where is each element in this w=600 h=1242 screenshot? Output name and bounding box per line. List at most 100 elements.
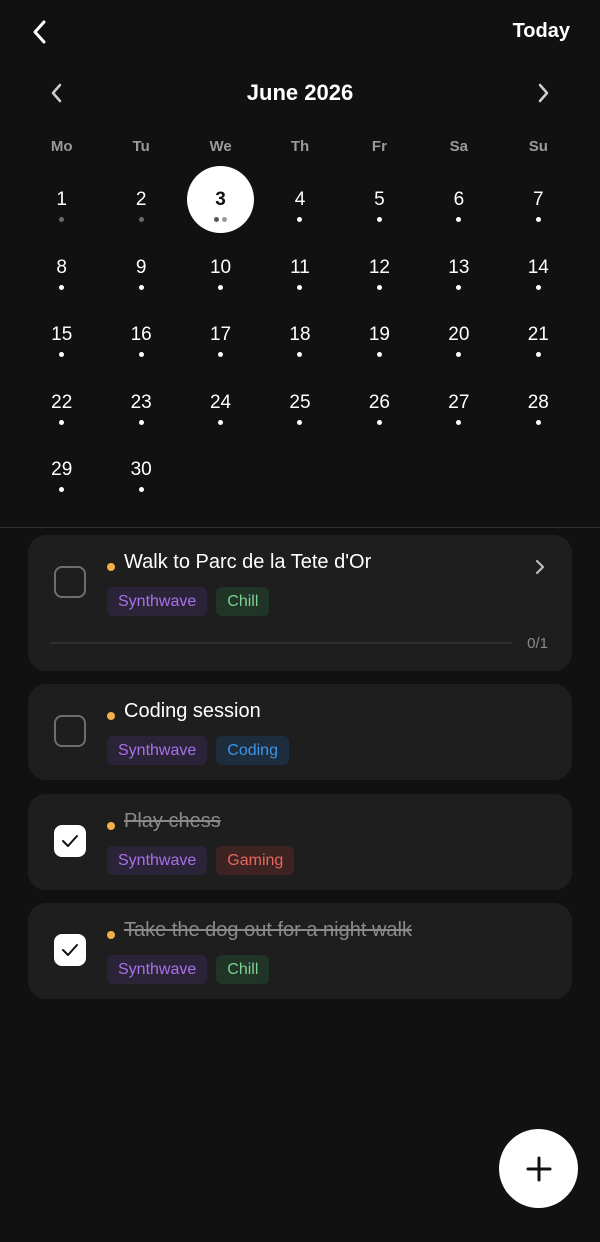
event-dot [138, 487, 144, 492]
event-dots [59, 284, 65, 291]
calendar-day[interactable]: 29 [22, 435, 101, 503]
calendar-day[interactable]: 1 [22, 165, 101, 233]
task-checkbox[interactable] [54, 715, 86, 747]
weekday-label: We [209, 138, 232, 155]
back-button[interactable] [22, 14, 58, 50]
subtask-progress-bar [50, 642, 512, 644]
calendar-day[interactable]: 3 [181, 165, 260, 233]
day-number: 5 [374, 189, 385, 210]
event-dot [297, 284, 303, 290]
tag-synthwave[interactable]: Synthwave [107, 846, 208, 875]
event-dots [59, 419, 65, 426]
task-card[interactable]: Take the dog out for a night walk Synthw… [28, 903, 572, 999]
tag-chill[interactable]: Chill [216, 955, 270, 984]
tag-synthwave[interactable]: Synthwave [107, 736, 208, 765]
task-tags: Synthwave Coding [107, 736, 289, 765]
calendar-day[interactable]: 24 [181, 368, 260, 436]
task-card[interactable]: Walk to Parc de la Tete d'Or Synthwave C… [28, 535, 572, 671]
calendar-day[interactable]: 14 [499, 233, 578, 301]
calendar-day[interactable]: 20 [419, 300, 498, 368]
calendar-day[interactable]: 30 [101, 435, 180, 503]
event-dot [59, 284, 65, 290]
calendar-day[interactable]: 28 [499, 368, 578, 436]
day-number: 16 [130, 324, 152, 345]
calendar-day[interactable]: 16 [101, 300, 180, 368]
add-task-button[interactable] [499, 1129, 578, 1208]
day-number: 18 [289, 324, 311, 345]
task-checkbox[interactable] [54, 934, 86, 966]
chevron-right-icon [538, 83, 549, 103]
event-dots [59, 217, 65, 223]
tag-synthwave[interactable]: Synthwave [107, 587, 208, 616]
day-number: 7 [532, 189, 544, 210]
calendar-day[interactable]: 6 [419, 165, 498, 233]
event-dot [222, 217, 228, 222]
task-card[interactable]: Play chess Synthwave Gaming [28, 794, 572, 890]
task-details-button[interactable] [528, 555, 552, 579]
tag-chill[interactable]: Chill [216, 587, 270, 616]
task-checkbox[interactable] [54, 566, 86, 598]
event-dot [456, 284, 462, 290]
calendar-day[interactable]: 17 [181, 300, 260, 368]
event-dots [535, 284, 541, 291]
calendar-day[interactable]: 9 [101, 233, 180, 301]
day-number: 25 [289, 391, 311, 413]
event-dots [297, 284, 303, 291]
calendar-day[interactable]: 10 [181, 233, 260, 301]
calendar-day[interactable]: 23 [101, 368, 180, 436]
calendar-day[interactable]: 21 [499, 300, 578, 368]
next-month-button[interactable] [526, 76, 560, 110]
calendar-day[interactable]: 13 [419, 233, 498, 301]
day-number: 24 [209, 391, 232, 413]
event-dots [535, 352, 541, 358]
task-title: Walk to Parc de la Tete d'Or [124, 551, 372, 573]
event-dots [456, 419, 462, 426]
weekday-label: Fr [371, 138, 387, 155]
calendar-screen: Today June 2026 Mo Tu We Th Fr Sa Su 123456789… [0, 0, 600, 1242]
chevron-left-icon [33, 20, 46, 44]
event-dot [535, 419, 541, 425]
tag-synthwave[interactable]: Synthwave [107, 955, 208, 984]
day-number: 26 [368, 391, 390, 413]
event-dot [59, 352, 65, 357]
calendar-day[interactable]: 7 [499, 165, 578, 233]
event-dot [138, 284, 144, 290]
tag-coding[interactable]: Coding [216, 736, 289, 765]
calendar-day[interactable]: 18 [260, 300, 339, 368]
tag-gaming[interactable]: Gaming [216, 846, 295, 875]
top-bar: Today [0, 0, 600, 64]
event-dot [456, 217, 462, 222]
event-dots [376, 217, 382, 223]
calendar-day[interactable]: 8 [22, 233, 101, 301]
task-card[interactable]: Coding session Synthwave Coding [28, 684, 572, 780]
calendar-day[interactable]: 11 [260, 233, 339, 301]
calendar-day[interactable]: 27 [419, 368, 498, 436]
calendar-day[interactable]: 26 [340, 368, 419, 436]
calendar-day[interactable]: 4 [260, 165, 339, 233]
task-title: Take the dog out for a night walk [124, 919, 412, 941]
priority-dot [107, 822, 115, 830]
calendar-day[interactable]: 25 [260, 368, 339, 436]
calendar-day[interactable]: 2 [101, 165, 180, 233]
task-tags: Synthwave Chill [107, 587, 270, 616]
day-number: 3 [215, 189, 226, 210]
day-number: 10 [209, 256, 232, 278]
day-number: 15 [51, 324, 73, 345]
day-number: 11 [290, 256, 310, 278]
event-dot [59, 217, 65, 222]
event-dot [138, 352, 144, 357]
task-checkbox[interactable] [54, 825, 86, 857]
calendar-day[interactable]: 15 [22, 300, 101, 368]
calendar-day[interactable]: 12 [340, 233, 419, 301]
divider [0, 527, 600, 528]
event-dots [376, 284, 382, 291]
event-dots [297, 217, 303, 223]
day-number: 6 [453, 189, 465, 210]
calendar-days-grid: 1 2 3 4 5 6 7 8 9 10 11 12 13 14 15 16 17 18 19 20 21 22 23 24 2… [22, 165, 578, 503]
calendar-day[interactable]: 22 [22, 368, 101, 436]
today-button[interactable]: Today [513, 20, 570, 43]
calendar-day[interactable]: 19 [340, 300, 419, 368]
event-dots [218, 419, 224, 426]
event-dot [535, 284, 541, 290]
calendar-day[interactable]: 5 [340, 165, 419, 233]
